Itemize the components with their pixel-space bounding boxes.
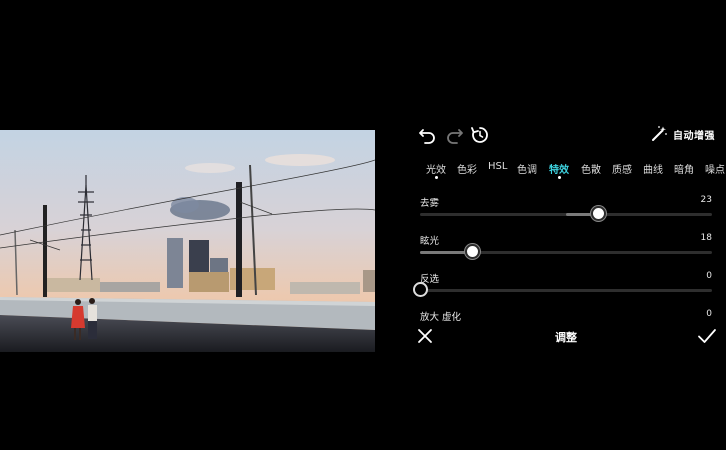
photo-preview[interactable] [0,130,375,352]
check-icon [698,329,716,343]
photo-image [0,130,375,352]
confirm-button[interactable] [697,327,717,345]
bottom-bar: 调整 [420,0,712,450]
panel-title: 调整 [555,331,577,344]
